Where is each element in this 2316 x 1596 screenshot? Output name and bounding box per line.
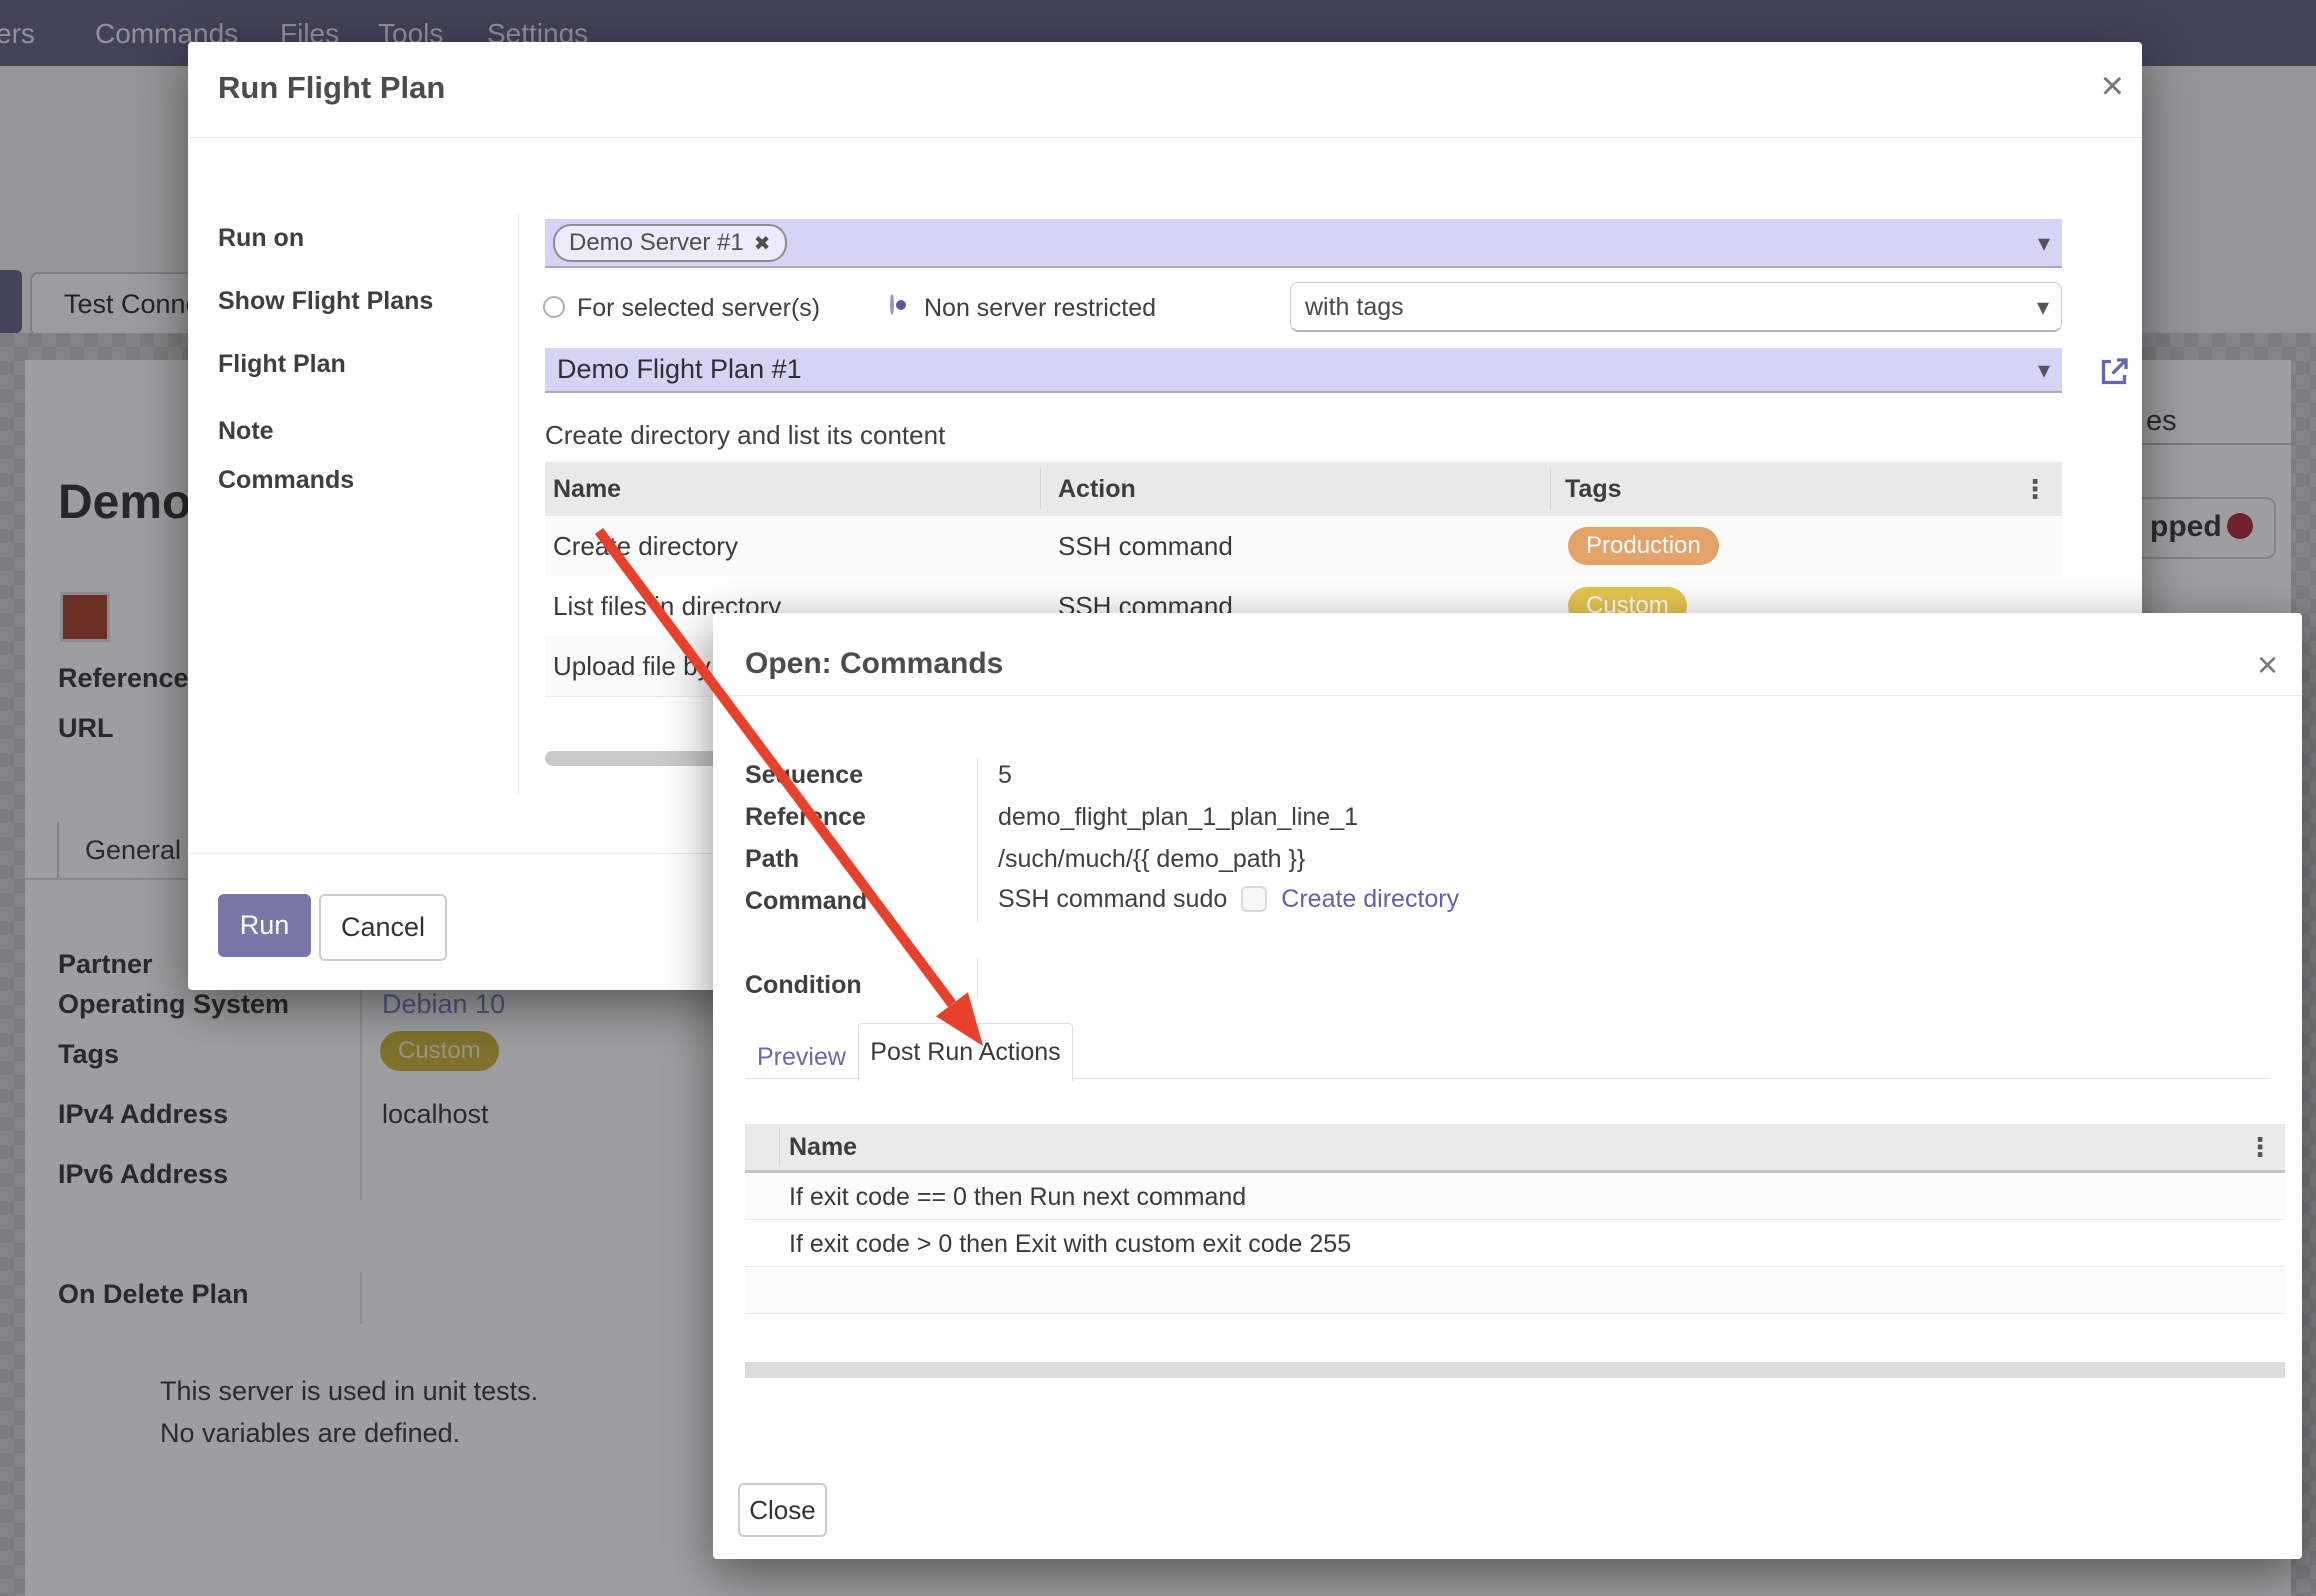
commands-table-header: Name Action Tags ⋮ — [545, 462, 2062, 518]
column-tags[interactable]: Tags — [1565, 475, 1622, 504]
with-tags-select[interactable]: with tags ▾ — [1290, 282, 2062, 332]
open-commands-modal: Open: Commands × Sequence Reference Path… — [713, 613, 2302, 1559]
column-name[interactable]: Name — [553, 475, 621, 504]
flight-plan-field[interactable]: Demo Flight Plan #1 ▾ — [545, 348, 2062, 393]
label-column-divider — [518, 214, 519, 794]
reference-value: demo_flight_plan_1_plan_line_1 — [998, 802, 1358, 832]
server-chip[interactable]: Demo Server #1 ✖ — [553, 224, 787, 262]
radio-selected-servers-label[interactable]: For selected server(s) — [577, 293, 820, 323]
command-row: SSH command sudo Create directory — [998, 884, 1459, 914]
commands-label: Commands — [218, 465, 354, 495]
chevron-down-icon[interactable]: ▾ — [2038, 229, 2050, 258]
reference-label: Reference — [745, 802, 866, 832]
table-row[interactable]: Create directory SSH command Production — [545, 516, 2062, 577]
column-divider — [1550, 468, 1551, 510]
chip-remove-icon[interactable]: ✖ — [754, 231, 771, 256]
column-divider — [779, 1128, 780, 1166]
tab-preview[interactable]: Preview — [757, 1043, 846, 1072]
horizontal-scrollbar[interactable] — [745, 1362, 2285, 1378]
column-action[interactable]: Action — [1058, 475, 1136, 504]
table-row[interactable]: If exit code == 0 then Run next command — [745, 1173, 2285, 1220]
condition-label: Condition — [745, 970, 862, 1000]
flight-plan-value: Demo Flight Plan #1 — [557, 354, 802, 385]
close-icon[interactable]: × — [2257, 647, 2278, 683]
screen: vers Commands Files Tools Settings Test … — [0, 0, 2316, 1596]
modal-title: Open: Commands — [745, 647, 1003, 681]
flight-plan-description: Create directory and list its content — [545, 420, 945, 450]
close-icon[interactable]: × — [2101, 68, 2124, 104]
row-name: If exit code == 0 then Run next command — [789, 1183, 1246, 1212]
with-tags-value: with tags — [1305, 292, 1404, 322]
modal-title: Run Flight Plan — [218, 70, 445, 106]
row-name: Create directory — [553, 531, 738, 562]
row-action: SSH command — [1058, 531, 1233, 562]
flight-plan-label: Flight Plan — [218, 349, 346, 379]
header-divider — [713, 695, 2302, 696]
sequence-value: 5 — [998, 760, 1012, 790]
path-label: Path — [745, 844, 799, 874]
run-button[interactable]: Run — [218, 894, 311, 957]
table-options-kebab-icon[interactable]: ⋮ — [2247, 1132, 2273, 1163]
radio-non-server-restricted[interactable] — [890, 294, 894, 315]
table-options-kebab-icon[interactable]: ⋮ — [2022, 474, 2048, 505]
condition-divider — [977, 958, 978, 998]
run-on-label: Run on — [218, 223, 304, 253]
sequence-label: Sequence — [745, 760, 863, 790]
chevron-down-icon[interactable]: ▾ — [2037, 293, 2049, 322]
create-directory-link[interactable]: Create directory — [1281, 885, 1459, 914]
radio-non-server-label[interactable]: Non server restricted — [924, 293, 1156, 323]
cancel-button[interactable]: Cancel — [319, 894, 447, 961]
external-link-icon[interactable] — [2096, 354, 2132, 390]
row-name: Upload file by — [553, 651, 711, 682]
run-on-field[interactable]: Demo Server #1 ✖ ▾ — [545, 219, 2062, 268]
tab-post-run-actions[interactable]: Post Run Actions — [858, 1023, 1073, 1081]
column-divider — [1040, 468, 1041, 510]
column-name[interactable]: Name — [789, 1133, 857, 1162]
radio-selected-servers[interactable] — [543, 296, 565, 318]
table-row-empty — [745, 1267, 2285, 1314]
table-row[interactable]: If exit code > 0 then Exit with custom e… — [745, 1220, 2285, 1267]
tag-production-badge: Production — [1568, 527, 1719, 565]
close-button[interactable]: Close — [738, 1483, 827, 1537]
chevron-down-icon[interactable]: ▾ — [2038, 356, 2050, 385]
actions-table-header: Name ⋮ — [745, 1124, 2285, 1173]
command-label: Command — [745, 886, 867, 916]
row-name: If exit code > 0 then Exit with custom e… — [789, 1230, 1351, 1259]
note-label: Note — [218, 416, 274, 446]
server-chip-label: Demo Server #1 — [569, 229, 744, 257]
command-value: SSH command sudo — [998, 884, 1227, 914]
label-column-divider — [977, 758, 978, 923]
header-divider — [188, 137, 2142, 138]
show-flight-plans-label: Show Flight Plans — [218, 286, 433, 316]
sudo-checkbox[interactable] — [1241, 886, 1267, 912]
path-value: /such/much/{{ demo_path }} — [998, 844, 1305, 874]
